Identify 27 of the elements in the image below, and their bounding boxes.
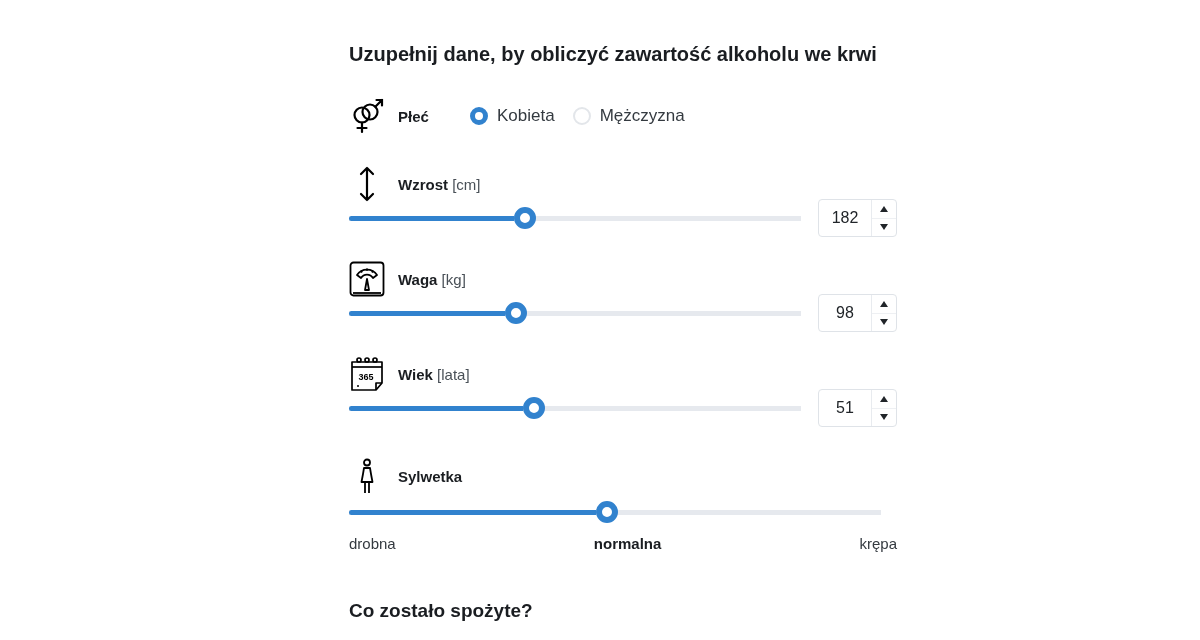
slider-option-label[interactable]: krępa [859, 533, 897, 554]
slider-option-label[interactable]: normalna [593, 533, 662, 554]
section-heading: Co zostało spożyte? [349, 599, 534, 623]
caret-down-icon [880, 414, 888, 421]
slider-thumb[interactable] [514, 207, 537, 229]
option-label[interactable]: Mężczyzna [599, 106, 685, 126]
option-label[interactable]: Kobieta [497, 106, 555, 126]
caret-up-icon [880, 395, 888, 402]
field-label: Sylwetka [398, 467, 463, 485]
slider-thumb[interactable] [596, 501, 618, 523]
slider-thumb[interactable] [523, 397, 546, 419]
field-label: Waga [kg] [398, 270, 466, 288]
field-label: Wzrost [cm] [398, 175, 481, 193]
number-input[interactable]: 51 [818, 389, 897, 427]
radio-button[interactable] [470, 107, 488, 125]
caret-up-icon [880, 300, 888, 307]
caret-down-icon [880, 224, 888, 231]
field-label: Wiek [lata] [398, 365, 470, 383]
caret-up-icon [880, 205, 888, 212]
caret-down-icon [880, 319, 888, 326]
scale-icon [349, 261, 385, 297]
form-title: Uzupełnij dane, by obliczyć zawartość alkoholu we krwi [349, 42, 878, 67]
field-label: Płeć [398, 107, 430, 125]
slider-thumb[interactable] [505, 302, 528, 324]
slider-option-label[interactable]: drobna [349, 533, 396, 554]
number-input[interactable]: 98 [818, 294, 897, 332]
number-input[interactable]: 182 [818, 199, 897, 237]
